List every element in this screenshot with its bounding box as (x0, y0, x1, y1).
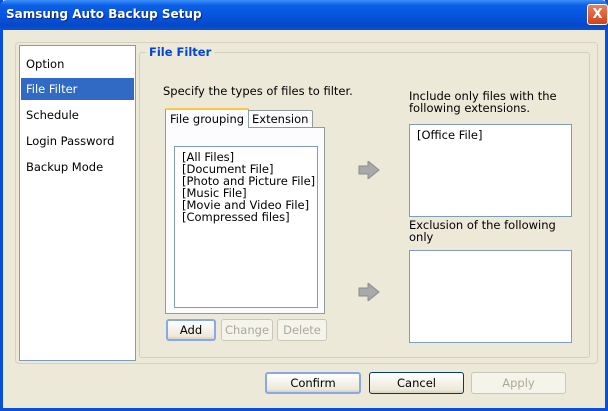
sidebar-item-file-filter[interactable]: File Filter (21, 78, 134, 100)
add-button[interactable]: Add (166, 319, 216, 341)
tab-extension[interactable]: Extension (247, 110, 314, 128)
close-button[interactable]: X (587, 4, 608, 25)
filter-instruction: Specify the types of files to filter. (163, 84, 353, 98)
sidebar-item-login-password[interactable]: Login Password (21, 130, 134, 152)
include-label-line2: following extensions. (409, 101, 531, 115)
group-title: File Filter (146, 45, 215, 59)
title-bar[interactable]: Samsung Auto Backup Setup X (0, 0, 608, 30)
sidebar-item-schedule[interactable]: Schedule (21, 104, 134, 126)
window-title: Samsung Auto Backup Setup (6, 7, 202, 21)
list-item[interactable]: [Compressed files] (182, 211, 290, 223)
delete-button[interactable]: Delete (277, 319, 327, 341)
cancel-button[interactable]: Cancel (369, 372, 464, 394)
include-extensions-list[interactable]: [Office File] (409, 124, 572, 217)
apply-button[interactable]: Apply (471, 372, 566, 394)
confirm-button[interactable]: Confirm (265, 372, 361, 394)
arrow-right-icon[interactable] (358, 283, 380, 301)
sidebar-item-option[interactable]: Option (21, 53, 134, 75)
change-button[interactable]: Change (221, 319, 273, 341)
tab-file-grouping[interactable]: File grouping (165, 108, 250, 128)
file-group-list[interactable]: [All Files] [Document File] [Photo and P… (174, 146, 318, 308)
sidebar: Option File Filter Schedule Login Passwo… (19, 45, 136, 361)
sidebar-item-backup-mode[interactable]: Backup Mode (21, 156, 134, 178)
exclude-extensions-list[interactable] (409, 250, 572, 343)
list-item[interactable]: [Office File] (417, 129, 482, 141)
close-icon: X (592, 7, 603, 22)
arrow-right-icon[interactable] (358, 161, 380, 179)
exclude-label-line2: only (409, 230, 434, 244)
